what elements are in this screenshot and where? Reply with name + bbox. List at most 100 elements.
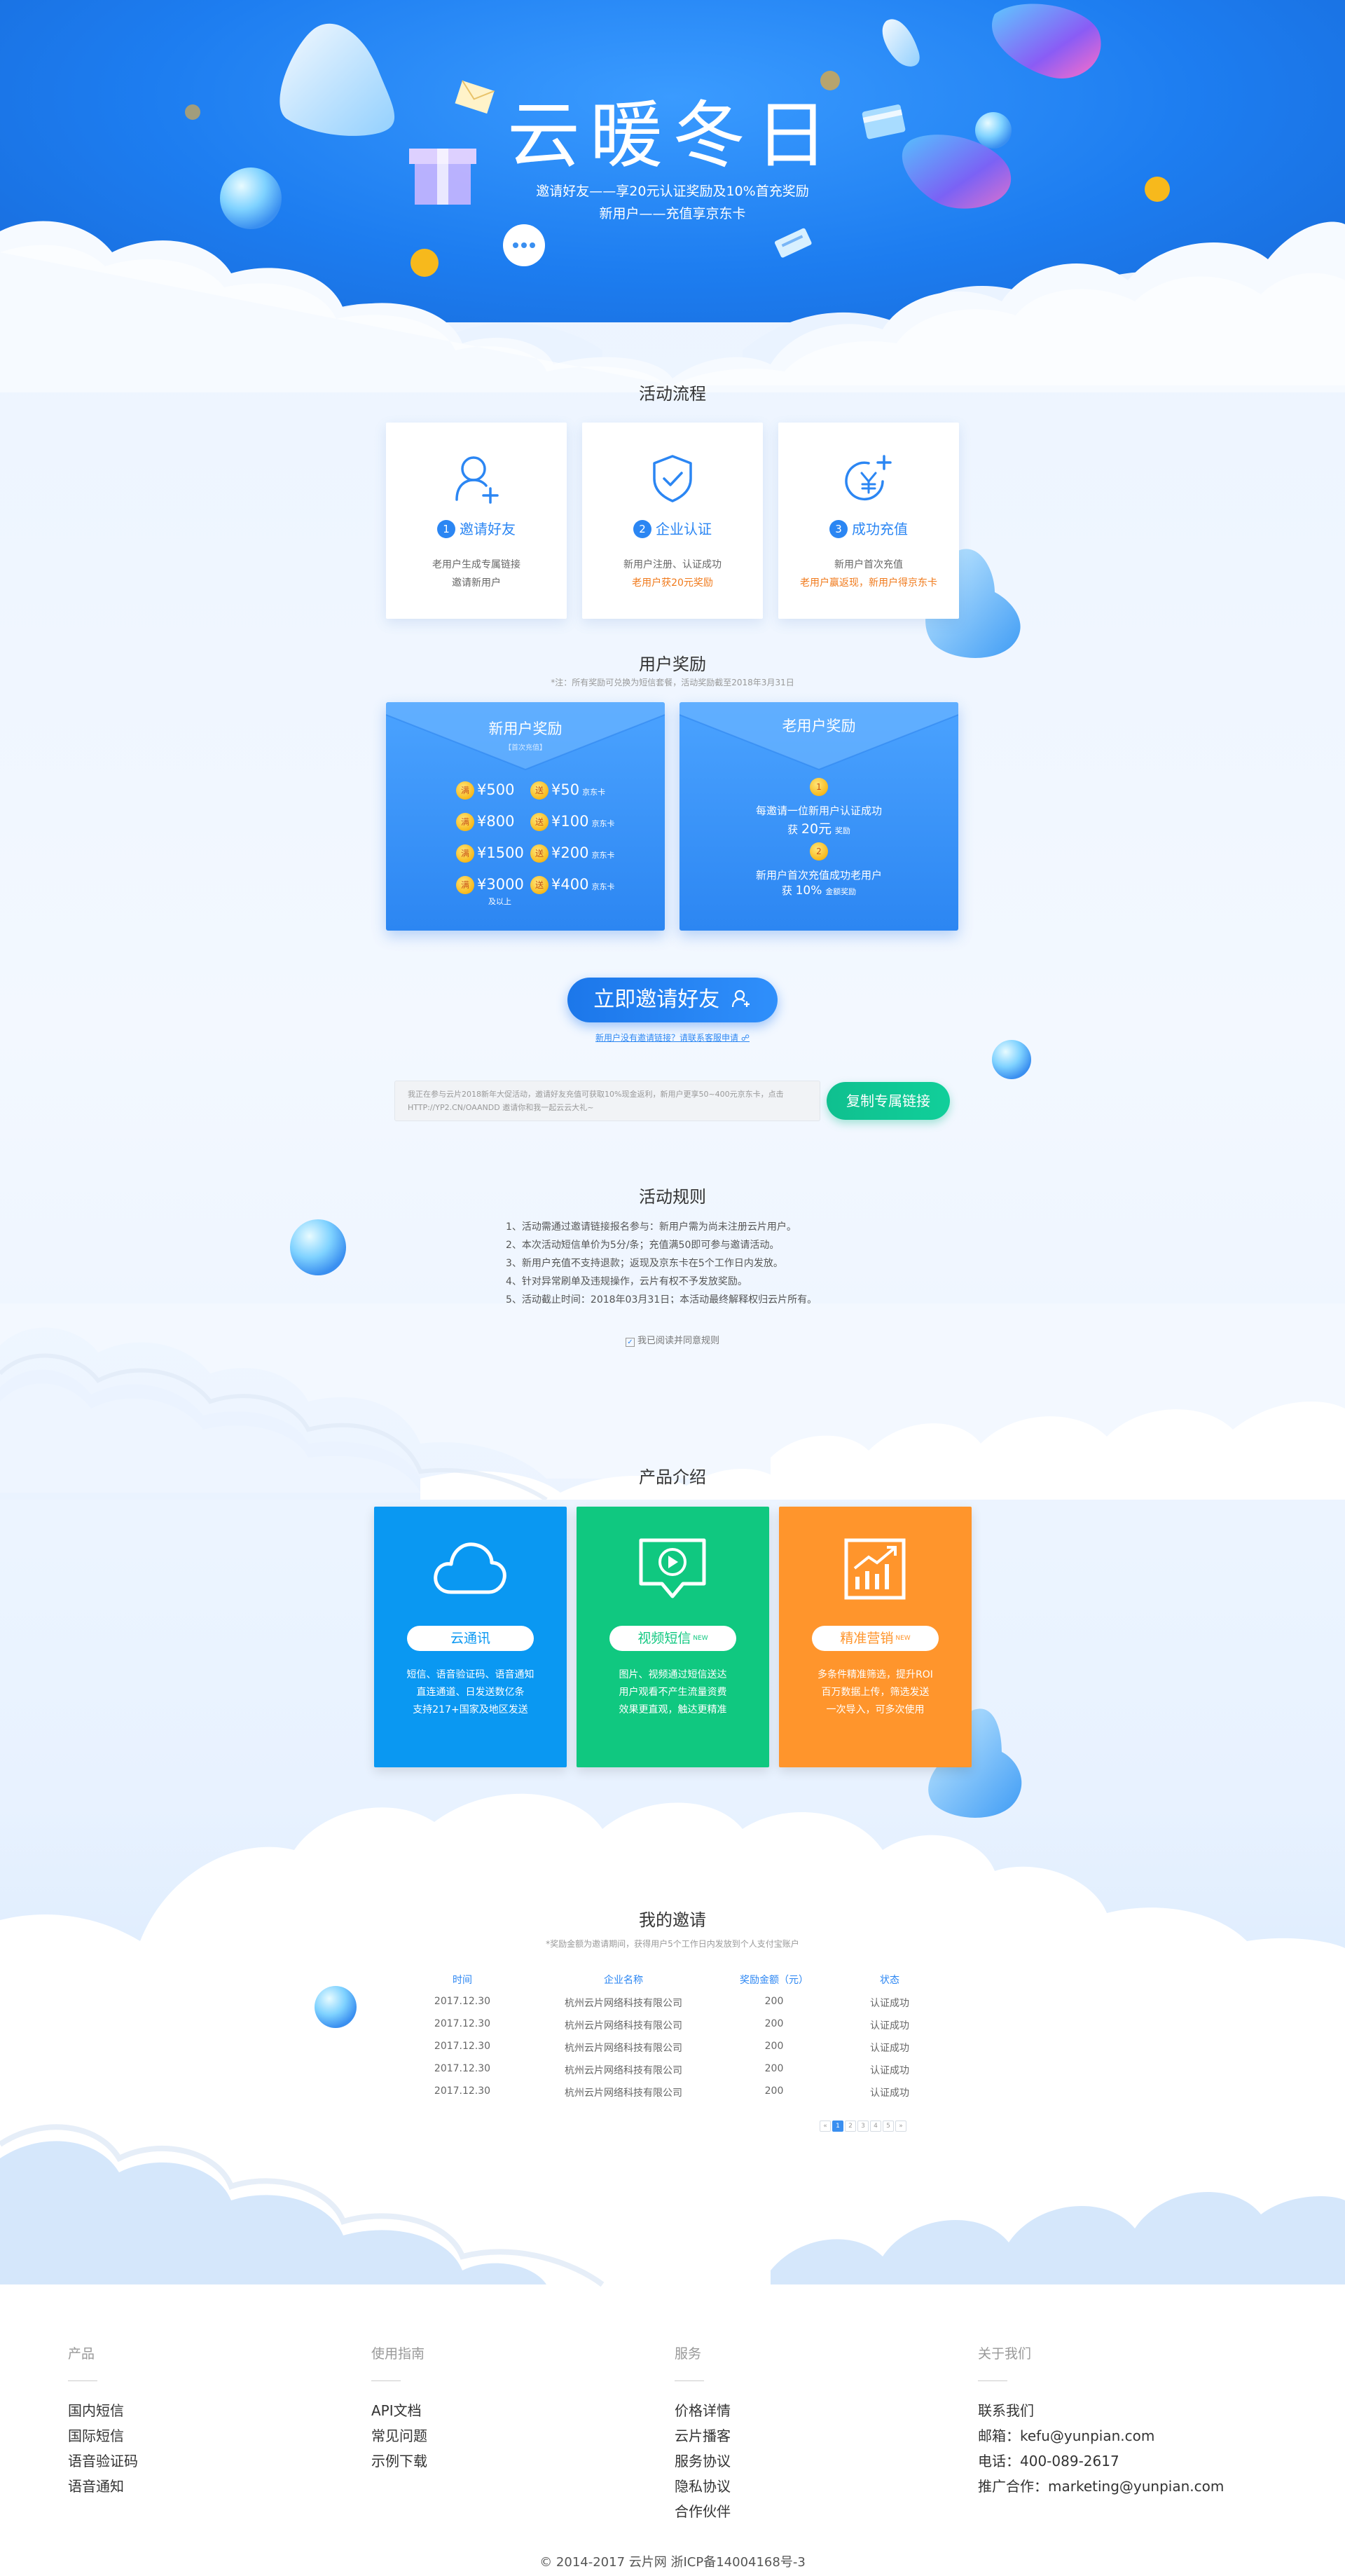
share-text-box[interactable]: 我正在参与云片2018新年大促活动，邀请好友充值可获取10%现金返利，新用户更享… (394, 1081, 820, 1121)
footer-link[interactable]: 语音通知 (68, 2474, 138, 2499)
rules-title: 活动规则 (639, 1187, 706, 1207)
gift-unit: 京东卡 (591, 851, 615, 860)
gift-unit: 京东卡 (591, 819, 615, 828)
process-step-desc: 新用户首次充值 (834, 559, 903, 570)
old-reward-line: 获 20元 奖励 (680, 818, 958, 837)
coin-icon: 送 (530, 876, 549, 894)
pagination-page-2[interactable]: 2 (845, 2121, 856, 2132)
rule-item: 4、针对异常刷单及违规操作，云片有权不予发放奖励。 (506, 1276, 747, 1287)
footer-column-service: 服务 价格详情 云片播客 服务协议 隐私协议 合作伙伴 (675, 2343, 731, 2524)
rewards-note: *注：所有奖励可兑换为短信套餐，活动奖励截至2018年3月31日 (551, 678, 794, 687)
coin-icon: 送 (530, 781, 549, 800)
old-reward-suffix: 金额奖励 (825, 887, 857, 896)
product-card-video-sms[interactable]: 视频短信 NEW 图片、视频通过短信送达 用户观看不产生流量资费 效果更直观，触达… (577, 1507, 769, 1767)
cell-amount: 200 (764, 2018, 784, 2029)
user-add-icon (731, 989, 750, 1008)
old-reward-prefix: 获 (787, 823, 799, 836)
process-step-label: 3 成功充值 (778, 518, 959, 538)
footer-link[interactable]: 服务协议 (675, 2448, 731, 2474)
footer-link[interactable]: 云片播客 (675, 2423, 731, 2448)
footer-column-products: 产品 国内短信 国际短信 语音验证码 语音通知 (68, 2343, 138, 2499)
coin-icon: 满 (456, 813, 474, 831)
step-number-badge: 3 (829, 520, 848, 538)
old-reward-line: 获 10% 金额奖励 (680, 883, 958, 898)
gift-unit: 京东卡 (582, 788, 606, 797)
pagination-page-1[interactable]: 1 (832, 2121, 843, 2132)
table-header-status: 状态 (880, 1975, 899, 1986)
process-step-desc: 老用户生成专属链接 (432, 559, 520, 570)
invitations-note: *奖励金额为邀请期间，获得用户5个工作日内发放到个人支付宝账户 (546, 1939, 799, 1949)
old-reward-coin: 2 (680, 842, 958, 861)
pagination-page-3[interactable]: 3 (857, 2121, 869, 2132)
old-reward-coin: 1 (680, 778, 958, 796)
coin-icon: 2 (810, 842, 828, 861)
footer-marketing-email[interactable]: 推广合作：marketing@yunpian.com (978, 2474, 1224, 2499)
pagination-prev[interactable]: « (820, 2121, 831, 2132)
old-user-reward-card: 老用户奖励 1 每邀请一位新用户认证成功 获 20元 奖励 2 新用户首次充值成… (680, 702, 958, 931)
shield-check-icon (653, 455, 692, 502)
new-user-reward-tag: 【首次充值】 (504, 744, 546, 752)
decor-bubble (315, 1986, 357, 2028)
product-card-precise-marketing[interactable]: 精准营销 NEW 多条件精准筛选，提升ROI 百万数据上传，筛选发送 一次导入，可… (779, 1507, 972, 1767)
process-step-recharge: 3 成功充值 新用户首次充值 老用户赢返现，新用户得京东卡 (778, 423, 959, 619)
footer-link[interactable]: 联系我们 (978, 2398, 1224, 2423)
footer-email[interactable]: 邮箱：kefu@yunpian.com (978, 2423, 1224, 2448)
cell-company: 杭州云片网络科技有限公司 (565, 2065, 682, 2076)
footer-link[interactable]: 合作伙伴 (675, 2499, 731, 2524)
process-step-desc: 新用户注册、认证成功 (623, 559, 722, 570)
cell-status: 认证成功 (870, 2065, 909, 2076)
footer-link[interactable]: 隐私协议 (675, 2474, 731, 2499)
cell-time: 2017.12.30 (434, 2085, 491, 2097)
footer-column-title: 产品 (68, 2346, 95, 2362)
pagination-page-4[interactable]: 4 (870, 2121, 881, 2132)
footer-link[interactable]: 国际短信 (68, 2423, 138, 2448)
spend-amount: ¥500 (477, 781, 515, 798)
process-step-desc: 邀请新用户 (452, 577, 501, 589)
pagination-page-5[interactable]: 5 (883, 2121, 894, 2132)
reward-gift: 送 ¥50 京东卡 (530, 781, 605, 802)
footer-link[interactable]: 常见问题 (371, 2423, 427, 2448)
table-header-amount: 奖励金额（元） (740, 1975, 808, 1986)
envelope-flap (680, 702, 958, 771)
product-name: 视频短信 (637, 1631, 691, 1646)
copy-link-button[interactable]: 复制专属链接 (827, 1082, 950, 1120)
apply-invite-link[interactable]: 新用户没有邀请链接？请联系客服申请 ☍ (0, 1032, 1345, 1043)
spend-amount: ¥800 (477, 813, 515, 830)
agree-rules-checkbox[interactable]: ✓ 我已阅读并同意规则 (0, 1333, 1345, 1347)
footer-phone: 电话：400-089-2617 (978, 2453, 1119, 2469)
invite-button-label: 立即邀请好友 (593, 987, 720, 1012)
reward-above-note: 及以上 (488, 897, 511, 906)
footer-link[interactable]: 国内短信 (68, 2398, 138, 2423)
footer-column-guide: 使用指南 API文档 常见问题 示例下载 (371, 2343, 427, 2474)
hero-subtitle-new-user: 新用户——充值享京东卡 (599, 206, 746, 221)
old-user-reward-title: 老用户奖励 (782, 718, 856, 734)
cell-status: 认证成功 (870, 2043, 909, 2054)
product-card-cloud-sms[interactable]: 云通讯 短信、语音验证码、语音通知 直连通道、日发送数亿条 支持217+国家及地… (374, 1507, 567, 1767)
invite-friends-button[interactable]: 立即邀请好友 (567, 978, 778, 1022)
cell-company: 杭州云片网络科技有限公司 (565, 2020, 682, 2032)
process-step-label: 1 邀请好友 (386, 518, 567, 538)
rule-item: 1、活动需通过邀请链接报名参与：新用户需为尚未注册云片用户。 (506, 1221, 796, 1233)
copyright: © 2014-2017 云片网 浙ICP备14004168号-3 (539, 2555, 806, 2570)
footer-link[interactable]: 价格详情 (675, 2398, 731, 2423)
footer-link[interactable]: 语音验证码 (68, 2448, 138, 2474)
step-label-text: 邀请好友 (460, 521, 516, 537)
reward-spend: 满 ¥1500 (456, 844, 524, 865)
process-step-reward: 老用户赢返现，新用户得京东卡 (800, 577, 937, 589)
product-desc: 一次导入，可多次使用 (826, 1704, 925, 1715)
process-step-label: 2 企业认证 (582, 518, 763, 538)
footer-link[interactable]: API文档 (371, 2398, 427, 2423)
yuan-plus-icon (845, 455, 892, 501)
product-desc: 用户观看不产生流量资费 (619, 1687, 727, 1698)
coin-icon: 满 (456, 781, 474, 800)
headset-icon: ☍ (740, 1033, 750, 1043)
bar-chart-growth-icon (844, 1538, 906, 1600)
pagination-next[interactable]: » (895, 2121, 906, 2132)
cloud-icon (434, 1542, 506, 1594)
apply-invite-link-text: 新用户没有邀请链接？请联系客服申请 (595, 1033, 739, 1043)
old-reward-line: 每邀请一位新用户认证成功 (755, 804, 882, 817)
footer-link[interactable]: 示例下载 (371, 2448, 427, 2474)
old-reward-line: 新用户首次充值成功老用户 (755, 869, 882, 882)
cell-company: 杭州云片网络科技有限公司 (565, 1998, 682, 2009)
old-reward-value: 10% (795, 884, 822, 898)
